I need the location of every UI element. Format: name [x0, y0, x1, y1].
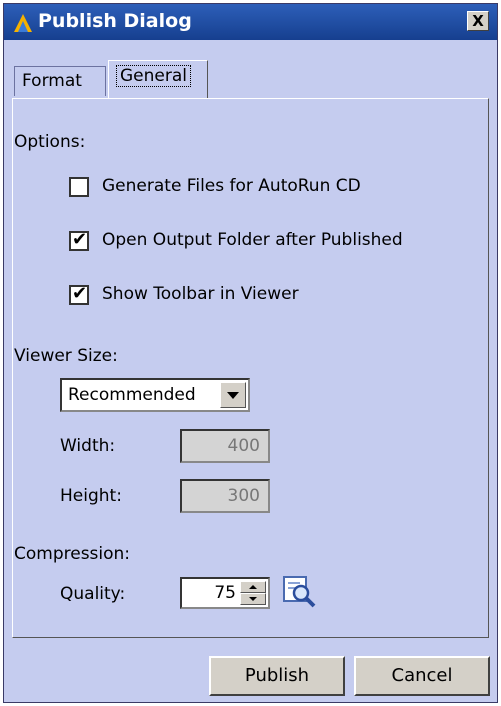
tab-general-label: General [116, 65, 191, 87]
options-heading: Options: [14, 132, 86, 152]
checkmark-icon: ✔ [72, 229, 88, 250]
preview-magnifier-icon[interactable] [282, 574, 318, 610]
viewer-size-heading: Viewer Size: [14, 346, 118, 366]
publish-dialog: Publish Dialog X Format General Options:… [3, 3, 498, 703]
tab-format[interactable]: Format [14, 66, 106, 96]
stepper-arrows [240, 581, 266, 605]
autorun-label: Generate Files for AutoRun CD [102, 176, 361, 196]
decrement-icon[interactable] [240, 593, 266, 605]
autorun-checkbox[interactable] [69, 177, 89, 197]
close-icon: X [472, 12, 484, 30]
viewer-size-value: Recommended [68, 385, 196, 405]
quality-value: 75 [214, 583, 236, 603]
close-button[interactable]: X [467, 11, 489, 31]
show-toolbar-label: Show Toolbar in Viewer [102, 284, 299, 304]
cancel-button[interactable]: Cancel [354, 656, 490, 696]
open-folder-label: Open Output Folder after Published [102, 230, 403, 250]
dialog-title: Publish Dialog [38, 10, 192, 32]
chevron-down-icon[interactable] [220, 382, 246, 408]
width-label: Width: [60, 436, 116, 456]
height-field: 300 [180, 479, 270, 513]
tab-general[interactable]: General [108, 60, 208, 98]
quality-label: Quality: [60, 584, 126, 604]
publish-button[interactable]: Publish [209, 656, 345, 696]
tab-format-label: Format [22, 71, 82, 91]
compression-heading: Compression: [14, 544, 131, 564]
app-icon [14, 14, 32, 32]
height-label: Height: [60, 486, 122, 506]
quality-stepper[interactable]: 75 [180, 577, 270, 609]
show-toolbar-checkbox[interactable]: ✔ [69, 283, 89, 305]
open-folder-checkbox[interactable]: ✔ [69, 229, 89, 251]
checkmark-icon: ✔ [72, 283, 88, 304]
viewer-size-select[interactable]: Recommended [60, 378, 250, 412]
title-bar[interactable]: Publish Dialog X [4, 4, 497, 40]
width-field: 400 [180, 429, 270, 463]
increment-icon[interactable] [240, 581, 266, 593]
